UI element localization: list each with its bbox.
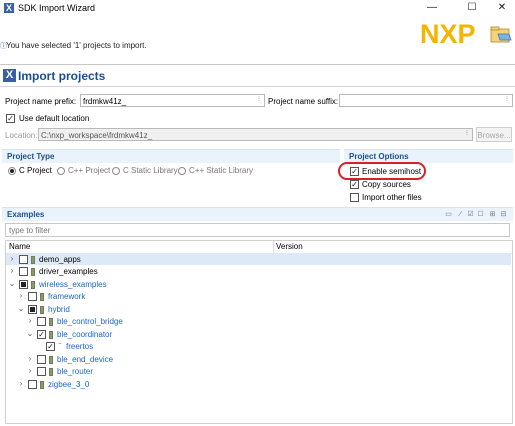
chevron-right-icon[interactable]: › xyxy=(17,379,25,388)
library-icon xyxy=(40,306,44,314)
page-title: Import projects xyxy=(18,69,106,83)
examples-header: Examples xyxy=(2,207,513,221)
tree-item-checkbox[interactable] xyxy=(28,292,37,301)
location-edit-icon: ⁝ xyxy=(465,130,469,137)
library-icon xyxy=(31,256,35,264)
edit-tool-icon[interactable]: ⁄ xyxy=(457,211,464,218)
annotation-highlight xyxy=(338,162,426,180)
library-icon xyxy=(40,381,44,389)
filter-tool-icon[interactable]: ▭ xyxy=(445,211,452,218)
tree-item-checkbox[interactable] xyxy=(19,267,28,276)
library-icon xyxy=(49,356,53,364)
use-default-location-checkbox[interactable]: ✓ xyxy=(6,114,15,123)
import-icon: X xyxy=(3,69,16,82)
prefix-edit-icon[interactable]: ⁝ xyxy=(254,95,264,105)
tree-item-checkbox[interactable] xyxy=(37,355,46,364)
tree-item-label[interactable]: driver_examples xyxy=(39,266,98,278)
copy-sources-label: Copy sources xyxy=(362,180,411,189)
library-icon xyxy=(49,368,53,376)
tree-row[interactable] xyxy=(6,303,511,315)
file-icon: ⁼ xyxy=(58,342,62,349)
location-label: Location: xyxy=(5,131,38,140)
heading-divider xyxy=(0,86,515,87)
column-name[interactable]: Name xyxy=(6,242,30,251)
column-separator xyxy=(273,241,274,253)
tree-item-checkbox[interactable]: ✓ xyxy=(46,342,55,351)
selection-message: You have selected '1' projects to import… xyxy=(6,41,147,50)
tree-item-checkbox[interactable] xyxy=(37,367,46,376)
expand-all-icon[interactable]: ⊞ xyxy=(489,211,496,218)
chevron-right-icon[interactable]: › xyxy=(26,366,34,375)
chevron-right-icon[interactable]: › xyxy=(17,291,25,300)
header-separator xyxy=(0,64,515,65)
prefix-input[interactable]: frdmkw41z_ xyxy=(80,94,265,107)
chevron-down-icon[interactable]: ⌄ xyxy=(8,279,16,288)
chevron-right-icon[interactable]: › xyxy=(26,354,34,363)
nxp-logo-text: NXP xyxy=(420,19,476,48)
chevron-down-icon[interactable]: ⌄ xyxy=(17,304,25,313)
examples-title: Examples xyxy=(7,210,45,219)
tree-row[interactable] xyxy=(6,253,511,265)
project-type-title: Project Type xyxy=(7,152,55,161)
tree-item-label[interactable]: zigbee_3_0 xyxy=(48,379,89,391)
close-button[interactable]: ✕ xyxy=(490,1,514,15)
tree-item-label[interactable]: framework xyxy=(48,291,85,303)
project-options-header: Project Options xyxy=(344,149,513,163)
library-icon xyxy=(40,293,44,301)
tree-item-checkbox[interactable] xyxy=(28,305,37,314)
import-other-files-checkbox[interactable] xyxy=(350,193,359,202)
tree-item-label[interactable]: ble_control_bridge xyxy=(57,316,123,328)
copy-sources-checkbox[interactable]: ✓ xyxy=(350,180,359,189)
radio-c-project-label: C Project xyxy=(19,166,52,175)
tree-item-checkbox[interactable]: ✓ xyxy=(37,330,46,339)
browse-button[interactable]: Browse... xyxy=(476,127,512,142)
project-type-header: Project Type xyxy=(2,149,340,163)
suffix-label: Project name suffix: xyxy=(268,97,339,106)
radio-c-static-library[interactable] xyxy=(112,167,120,175)
library-icon xyxy=(31,281,35,289)
tree-item-checkbox[interactable] xyxy=(19,280,28,289)
location-input[interactable]: C:\nxp_workspace\frdmkw41z_ xyxy=(38,128,473,141)
column-version[interactable]: Version xyxy=(276,242,303,251)
radio-cpp-static-library-label: C++ Static Library xyxy=(189,166,254,175)
uncheck-all-icon[interactable]: ☐ xyxy=(477,211,484,218)
window-title: SDK Import Wizard xyxy=(18,3,96,13)
suffix-input[interactable] xyxy=(339,94,513,107)
radio-c-project[interactable] xyxy=(8,167,16,175)
examples-filter-input[interactable]: type to filter xyxy=(5,223,510,237)
maximize-button[interactable]: ☐ xyxy=(460,1,484,15)
radio-c-static-library-label: C Static Library xyxy=(123,166,178,175)
chevron-down-icon[interactable]: ⌄ xyxy=(26,329,34,338)
chevron-right-icon[interactable]: › xyxy=(8,266,16,275)
chevron-right-icon[interactable]: › xyxy=(8,254,16,263)
minimize-button[interactable]: — xyxy=(420,1,444,15)
tree-item-checkbox[interactable] xyxy=(28,380,37,389)
app-icon: X xyxy=(4,3,14,13)
tree-item-checkbox[interactable] xyxy=(37,317,46,326)
prefix-label: Project name prefix: xyxy=(5,97,77,106)
use-default-location-label: Use default location xyxy=(19,114,90,123)
radio-cpp-static-library[interactable] xyxy=(178,167,186,175)
folder-icon xyxy=(490,26,512,43)
radio-cpp-project[interactable] xyxy=(57,167,65,175)
check-all-icon[interactable]: ☑ xyxy=(467,211,474,218)
radio-cpp-project-label: C++ Project xyxy=(68,166,111,175)
library-icon xyxy=(49,331,53,339)
library-icon xyxy=(31,268,35,276)
suffix-edit-icon[interactable]: ⁝ xyxy=(502,95,512,105)
tree-item-label[interactable]: ble_router xyxy=(57,366,93,378)
collapse-all-icon[interactable]: ⊟ xyxy=(500,211,507,218)
chevron-right-icon[interactable]: › xyxy=(26,316,34,325)
tree-item-label[interactable]: freertos xyxy=(66,341,93,353)
nxp-logo: NXP xyxy=(420,19,476,48)
library-icon xyxy=(49,318,53,326)
import-other-files-label: Import other files xyxy=(362,193,422,202)
tree-item-checkbox[interactable] xyxy=(19,255,28,264)
